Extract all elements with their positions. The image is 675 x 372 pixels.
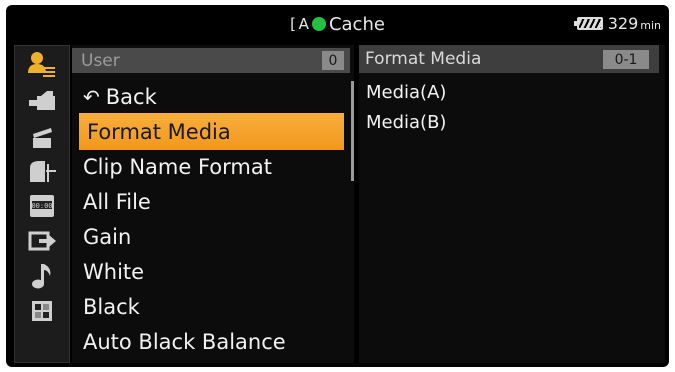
battery-unit: min bbox=[640, 19, 661, 32]
battery-indicator: 329 min bbox=[573, 14, 661, 33]
paint-icon[interactable] bbox=[15, 154, 69, 188]
menu-item-label: Back bbox=[105, 84, 157, 109]
menu-header: User 0 bbox=[72, 48, 350, 73]
category-sidebar: 00:00 bbox=[14, 45, 70, 363]
back-arrow-icon: ↶ bbox=[83, 84, 100, 109]
menu-item-label: Black bbox=[83, 294, 140, 319]
camera-icon[interactable] bbox=[15, 84, 69, 118]
option-media-a[interactable]: Media(A) bbox=[366, 82, 446, 103]
battery-icon bbox=[573, 17, 603, 30]
menu-item-label: All File bbox=[83, 189, 151, 214]
menu-scrollbar[interactable] bbox=[351, 81, 354, 181]
status-dot-icon bbox=[311, 17, 326, 31]
menu-header-title: User bbox=[81, 50, 120, 71]
output-icon[interactable] bbox=[15, 224, 69, 258]
status-title: Cache bbox=[328, 13, 385, 35]
svg-text:00:00: 00:00 bbox=[31, 202, 52, 210]
menu-item-gain[interactable]: Gain bbox=[75, 219, 343, 254]
submenu-title: Format Media bbox=[365, 49, 482, 69]
menu-item-label: Gain bbox=[83, 224, 132, 249]
menu-list-panel: User 0 ↶ Back Format Media Clip Name For… bbox=[72, 45, 354, 363]
menu-item-format-media[interactable]: Format Media bbox=[79, 113, 344, 150]
menu-item-label: Auto Black Balance bbox=[83, 329, 286, 354]
user-menu-icon[interactable] bbox=[15, 48, 69, 82]
menu-item-all-file[interactable]: All File bbox=[75, 184, 343, 219]
battery-remaining: 329 bbox=[607, 14, 639, 33]
menu-item-label: Clip Name Format bbox=[83, 154, 272, 179]
menu-item-white[interactable]: White bbox=[75, 254, 343, 289]
media-slot-icon: [ A bbox=[290, 15, 309, 33]
menu-item-label: Format Media bbox=[87, 119, 231, 144]
menu-item-clip-name-format[interactable]: Clip Name Format bbox=[75, 149, 343, 184]
timecode-icon[interactable]: 00:00 bbox=[15, 189, 69, 223]
menu-item-back[interactable]: ↶ Back bbox=[75, 79, 343, 114]
menu-header-count: 0 bbox=[322, 51, 344, 70]
submenu-count: 0-1 bbox=[603, 50, 649, 69]
clapper-icon[interactable] bbox=[15, 120, 69, 154]
submenu-header: Format Media 0-1 bbox=[359, 45, 659, 73]
submenu-panel: Format Media 0-1 Media(A) Media(B) bbox=[359, 45, 665, 363]
status-bar: [ A Cache bbox=[6, 11, 669, 37]
audio-note-icon[interactable] bbox=[15, 259, 69, 293]
menu-item-label: White bbox=[83, 259, 145, 284]
option-media-b[interactable]: Media(B) bbox=[366, 112, 446, 133]
camera-menu-screen: [ A Cache 329 min 00:00 User 0 ↶ Back Fo… bbox=[6, 5, 669, 367]
grid-icon[interactable] bbox=[15, 294, 69, 328]
menu-item-black[interactable]: Black bbox=[75, 289, 343, 324]
menu-item-auto-black-balance[interactable]: Auto Black Balance bbox=[75, 324, 343, 359]
